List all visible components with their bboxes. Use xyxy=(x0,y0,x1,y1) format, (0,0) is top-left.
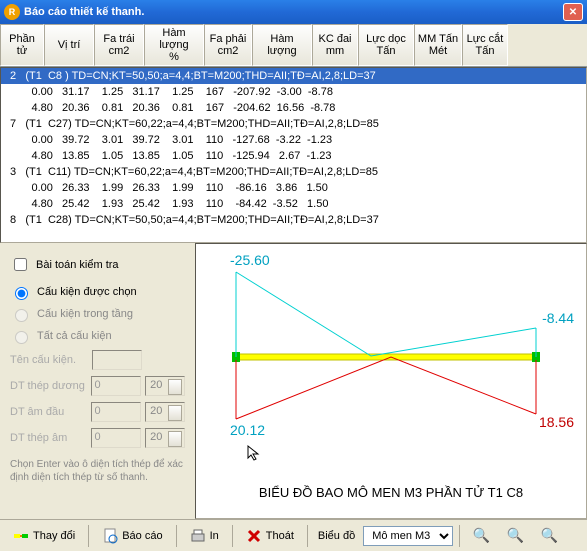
btn-baocao[interactable]: Báo cáo xyxy=(95,524,169,548)
header-cell[interactable]: Phần tử xyxy=(0,24,44,66)
label-thepam: DT thép âm xyxy=(10,432,87,444)
table-row[interactable]: 4.80 13.85 1.05 13.85 1.05 110 -125.94 2… xyxy=(1,148,586,164)
header-cell[interactable]: Lực dọcTấn xyxy=(358,24,414,66)
header-cell[interactable]: Hàm lượng xyxy=(252,24,312,66)
table-header: Phần tửVị tríFa tráicm2Hàm lượng%Fa phải… xyxy=(0,24,587,67)
exit-icon xyxy=(246,528,262,544)
table-row[interactable]: 7 (T1 C27) TD=CN;KT=60,22;a=4,4;BT=M200;… xyxy=(1,116,586,132)
zoom-fit-icon: 🔍 xyxy=(541,528,557,544)
check-baitoan[interactable]: Bài toán kiểm tra xyxy=(10,255,185,274)
input-amdau: 0 xyxy=(91,402,141,422)
header-cell[interactable]: Lực cắtTấn xyxy=(462,24,508,66)
spin-amdau: 20 xyxy=(145,402,185,422)
header-cell[interactable]: Fa tráicm2 xyxy=(94,24,144,66)
edit-icon xyxy=(13,528,29,544)
btn-zoom-fit[interactable]: 🔍 xyxy=(534,524,564,548)
check-baitoan-input[interactable] xyxy=(14,258,27,271)
spin-dtduong: 20 xyxy=(145,376,185,396)
chart-area: -25.60 -8.44 20.12 18.56 BIỂU ĐỒ BAO MÔ … xyxy=(195,243,587,519)
header-cell[interactable]: MM TấnMét xyxy=(414,24,462,66)
header-cell[interactable]: Hàm lượng% xyxy=(144,24,204,66)
zoom-in-icon: 🔍 xyxy=(473,528,489,544)
header-cell[interactable]: Vị trí xyxy=(44,24,94,66)
radio-tatca: Tất cả cấu kiện xyxy=(10,328,185,344)
zoom-out-icon: 🔍 xyxy=(507,528,523,544)
input-dtduong: 0 xyxy=(91,376,141,396)
close-button[interactable]: ✕ xyxy=(563,3,583,21)
btn-zoom-out[interactable]: 🔍 xyxy=(500,524,530,548)
hint-text: Chọn Enter vào ô diện tích thép để xác đ… xyxy=(10,458,185,484)
radio-trongtang: Cấu kiện trong tầng xyxy=(10,306,185,322)
btn-thoat[interactable]: Thoát xyxy=(239,524,301,548)
label-botleft: 20.12 xyxy=(230,422,265,438)
label-bieudo: Biểu đồ xyxy=(318,530,355,542)
table-row[interactable]: 0.00 31.17 1.25 31.17 1.25 167 -207.92 -… xyxy=(1,84,586,100)
header-cell[interactable]: KC đaimm xyxy=(312,24,358,66)
top-envelope xyxy=(236,272,536,356)
input-thepam: 0 xyxy=(91,428,141,448)
table-row[interactable]: 0.00 39.72 3.01 39.72 3.01 110 -127.68 -… xyxy=(1,132,586,148)
table-row[interactable]: 8 (T1 C28) TD=CN;KT=50,50;a=4,4;BT=M200;… xyxy=(1,212,586,228)
print-icon xyxy=(190,528,206,544)
label-tencaukien: Tên cấu kiện. xyxy=(10,354,88,366)
chart-title: BIỂU ĐỒ BAO MÔ MEN M3 PHẦN TỬ T1 C8 xyxy=(196,485,586,500)
window-title: Báo cáo thiết kế thanh. xyxy=(24,6,563,18)
report-icon xyxy=(102,528,118,544)
radio-duocchon[interactable]: Cấu kiện được chọn xyxy=(10,284,185,300)
app-icon: R xyxy=(4,4,20,20)
label-amdau: DT âm đầu xyxy=(10,406,87,418)
input-tencaukien xyxy=(92,350,142,370)
bottom-envelope xyxy=(236,357,536,419)
table-row[interactable]: 0.00 26.33 1.99 26.33 1.99 110 -86.16 3.… xyxy=(1,180,586,196)
toolbar: Thay đổi Báo cáo In Thoát Biểu đồ Mô men… xyxy=(0,519,587,551)
cursor-icon xyxy=(246,444,264,462)
label-topright: -8.44 xyxy=(542,310,574,326)
moment-diagram xyxy=(196,244,576,474)
table-row[interactable]: 2 (T1 C8 ) TD=CN;KT=50,50;a=4,4;BT=M200;… xyxy=(1,68,586,84)
label-dtduong: DT thép dương xyxy=(10,380,87,392)
table-row[interactable]: 3 (T1 C11) TD=CN;KT=60,22;a=4,4;BT=M200;… xyxy=(1,164,586,180)
label-botright: 18.56 xyxy=(539,414,574,430)
btn-in[interactable]: In xyxy=(183,524,226,548)
label-topleft: -25.60 xyxy=(230,252,270,268)
header-cell[interactable]: Fa phảicm2 xyxy=(204,24,252,66)
table-row[interactable]: 4.80 20.36 0.81 20.36 0.81 167 -204.62 1… xyxy=(1,100,586,116)
spin-thepam: 20 xyxy=(145,428,185,448)
combo-bieudo[interactable]: Mô men M3 xyxy=(363,526,453,546)
table-row[interactable]: 4.80 25.42 1.93 25.42 1.93 110 -84.42 -3… xyxy=(1,196,586,212)
btn-zoom-in[interactable]: 🔍 xyxy=(466,524,496,548)
btn-thaydoi[interactable]: Thay đổi xyxy=(6,524,82,548)
data-table[interactable]: 2 (T1 C8 ) TD=CN;KT=50,50;a=4,4;BT=M200;… xyxy=(0,67,587,243)
